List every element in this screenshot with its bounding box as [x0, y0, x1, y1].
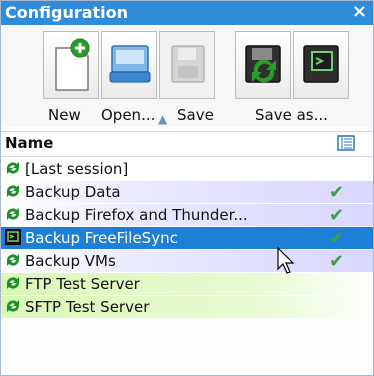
batch-script-icon: [303, 45, 339, 83]
save-button[interactable]: [159, 31, 215, 99]
list-header[interactable]: Name: [1, 131, 373, 157]
new-label: New: [48, 106, 81, 124]
save-as-button[interactable]: [235, 31, 291, 99]
list-item-label: SFTP Test Server: [25, 298, 150, 316]
list-item[interactable]: Backup VMs ✔: [1, 250, 373, 272]
column-settings-icon[interactable]: [337, 135, 355, 155]
close-icon[interactable]: ×: [352, 1, 367, 22]
list-item-label: Backup FreeFileSync: [25, 229, 178, 247]
list-item-label: Backup VMs: [25, 252, 116, 270]
sync-config-icon: [5, 252, 21, 272]
sync-config-icon: [5, 298, 21, 318]
batch-job-icon: [5, 229, 21, 249]
checkmark-icon: ✔: [329, 251, 345, 272]
checkmark-icon: ✔: [329, 228, 345, 249]
save-as-sync-icon: [245, 45, 281, 83]
new-file-icon: [55, 38, 90, 91]
save-as-label: Save as...: [255, 106, 328, 124]
sync-config-icon: [5, 275, 21, 295]
open-button[interactable]: [101, 31, 157, 99]
list-item[interactable]: [Last session]: [1, 158, 373, 180]
mouse-cursor-icon: [277, 247, 295, 274]
configuration-panel: Configuration × New Open... Save Save as…: [0, 0, 374, 376]
list-item[interactable]: FTP Test Server: [1, 273, 373, 295]
list-item[interactable]: SFTP Test Server: [1, 296, 373, 318]
list-item[interactable]: Backup Data ✔: [1, 181, 373, 203]
save-disk-icon: [171, 45, 205, 83]
list-item-label: FTP Test Server: [25, 275, 140, 293]
sync-config-icon: [5, 183, 21, 203]
list-item-label: Backup Firefox and Thunder...: [25, 206, 248, 224]
name-column-header[interactable]: Name: [5, 134, 53, 152]
save-as-batch-button[interactable]: [293, 31, 349, 99]
open-icon: [109, 45, 151, 83]
panel-title: Configuration: [5, 3, 129, 22]
sync-config-icon: [5, 206, 21, 226]
new-button[interactable]: [43, 31, 99, 99]
panel-titlebar: Configuration ×: [1, 1, 373, 25]
sort-arrow-icon: ▲: [158, 112, 168, 126]
open-label: Open...: [101, 106, 156, 124]
checkmark-icon: ✔: [329, 182, 345, 203]
toolbar: New Open... Save Save as...: [1, 27, 373, 127]
checkmark-icon: ✔: [329, 205, 345, 226]
sync-config-icon: [5, 160, 21, 180]
list-item[interactable]: Backup Firefox and Thunder... ✔: [1, 204, 373, 226]
list-item-label: Backup Data: [25, 183, 121, 201]
list-item-label: [Last session]: [25, 160, 129, 178]
list-item[interactable]: Backup FreeFileSync ✔: [1, 227, 373, 249]
save-label: Save: [177, 106, 214, 124]
